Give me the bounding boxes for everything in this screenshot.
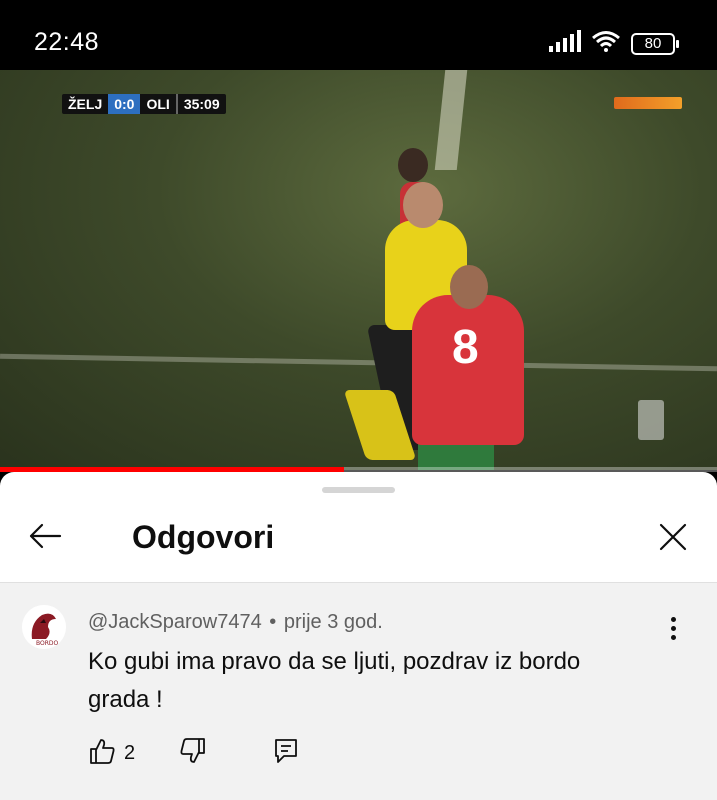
match-clock: 35:09 xyxy=(175,94,226,114)
signal-icon xyxy=(549,30,581,57)
match-score: 0:0 xyxy=(108,94,141,114)
status-icons: 80 xyxy=(549,30,679,57)
arrow-left-icon xyxy=(28,523,62,554)
status-bar: 22:48 80 xyxy=(0,0,717,70)
scoreboard: ŽELJ 0:0 OLI 35:09 xyxy=(62,94,226,114)
away-team: OLI xyxy=(146,96,170,112)
pitch-line xyxy=(0,353,717,372)
comment-time: prije 3 god. xyxy=(283,611,383,633)
comment-author[interactable]: @JackSparow7474 xyxy=(88,611,262,633)
pitch-line xyxy=(434,70,468,170)
comment-text: Ko gubi ima pravo da se ljuti, pozdrav i… xyxy=(88,648,581,713)
like-count: 2 xyxy=(124,741,136,764)
video-player[interactable]: ŽELJ 0:0 OLI 35:09 8 xyxy=(0,70,717,470)
broadcaster-logo xyxy=(614,97,682,109)
league-badge xyxy=(638,400,664,440)
drag-handle[interactable] xyxy=(322,487,395,493)
reply-icon xyxy=(273,737,299,770)
more-vertical-icon xyxy=(670,625,676,631)
player-number: 8 xyxy=(452,321,479,374)
dislike-button[interactable] xyxy=(179,737,207,770)
more-options-button[interactable] xyxy=(658,613,688,643)
reply-button[interactable] xyxy=(273,737,299,770)
home-team: ŽELJ xyxy=(68,96,103,112)
like-button[interactable]: 2 xyxy=(88,737,135,770)
more-vertical-icon xyxy=(670,616,676,622)
thumbs-down-icon xyxy=(179,737,207,770)
player xyxy=(450,265,488,309)
battery-icon: 80 xyxy=(631,32,679,55)
replies-sheet: Odgovori BORDO @JackSparow7474 • prije 3… xyxy=(0,472,717,800)
referee xyxy=(403,182,443,228)
back-button[interactable] xyxy=(22,518,68,558)
wifi-icon xyxy=(591,30,621,57)
svg-text:BORDO: BORDO xyxy=(36,640,59,647)
more-vertical-icon xyxy=(670,634,676,640)
status-time: 22:48 xyxy=(34,28,100,56)
avatar[interactable]: BORDO xyxy=(22,605,66,649)
close-icon xyxy=(659,523,687,556)
comment-meta: @JackSparow7474 • prije 3 god. xyxy=(88,611,383,634)
meta-separator: • xyxy=(269,611,277,633)
thumbs-up-icon xyxy=(88,737,116,770)
comment: BORDO @JackSparow7474 • prije 3 god. Ko … xyxy=(0,583,717,800)
close-button[interactable] xyxy=(652,518,694,560)
comment-actions: 2 xyxy=(88,737,299,770)
sheet-title: Odgovori xyxy=(132,519,275,555)
background-player xyxy=(398,148,428,182)
